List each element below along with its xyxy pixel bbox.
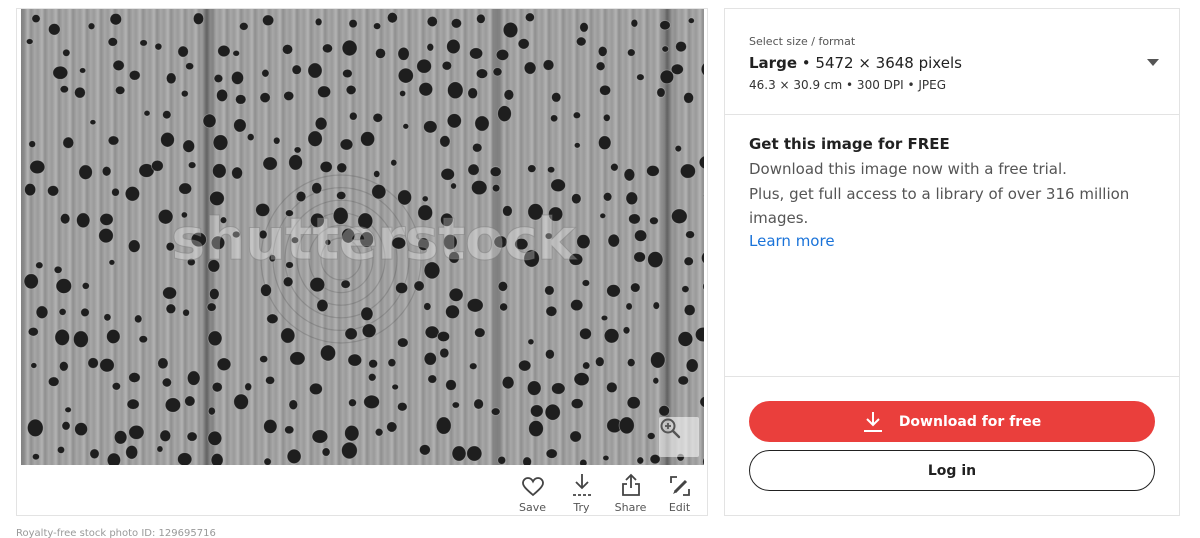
watermark: shutterstock [171, 205, 577, 274]
size-format-select[interactable]: Select size / format Large • 5472 × 3648… [725, 9, 1179, 115]
share-label: Share [614, 501, 647, 514]
log-in-button[interactable]: Log in [749, 450, 1155, 491]
download-for-free-button[interactable]: Download for free [749, 401, 1155, 442]
size-name: Large [749, 54, 797, 72]
share-icon [621, 471, 641, 497]
size-summary: Large • 5472 × 3648 pixels [749, 54, 1155, 72]
try-label: Try [573, 501, 590, 514]
download-icon [863, 411, 883, 433]
save-button[interactable]: Save [511, 471, 554, 515]
caret-down-icon[interactable] [1147, 59, 1159, 66]
image-id-text: Royalty-free stock photo ID: 129695716 [16, 528, 216, 538]
share-button[interactable]: Share [609, 471, 652, 515]
zoom-button[interactable] [659, 417, 699, 457]
promo-line-2: Plus, get full access to a library of ov… [749, 184, 1130, 228]
download-button-label: Download for free [898, 413, 1042, 430]
size-details: 46.3 × 30.9 cm • 300 DPI • JPEG [749, 78, 947, 92]
login-button-label: Log in [927, 462, 977, 479]
image-actions: Save Try Share Edit [511, 471, 701, 515]
image-panel: shutterstock Save Try Share Edit [16, 8, 708, 516]
promo-title: Get this image for FREE [749, 135, 950, 153]
save-label: Save [518, 501, 546, 514]
page: shutterstock Save Try Share Edit Select … [0, 0, 1200, 538]
purchase-panel: Select size / format Large • 5472 × 3648… [724, 8, 1180, 516]
size-caption: Select size / format [749, 35, 856, 48]
heart-icon [521, 471, 544, 497]
free-trial-promo: Get this image for FREE Download this im… [725, 115, 1179, 377]
edit-icon [669, 471, 691, 497]
size-pixels: • 5472 × 3648 pixels [801, 54, 962, 72]
edit-button[interactable]: Edit [658, 471, 701, 515]
promo-line-1: Download this image now with a free tria… [749, 160, 1067, 178]
try-button[interactable]: Try [560, 471, 603, 515]
learn-more-link[interactable]: Learn more [749, 232, 835, 250]
download-try-icon [571, 471, 593, 497]
edit-label: Edit [668, 501, 691, 514]
stock-photo[interactable]: shutterstock [21, 9, 704, 465]
